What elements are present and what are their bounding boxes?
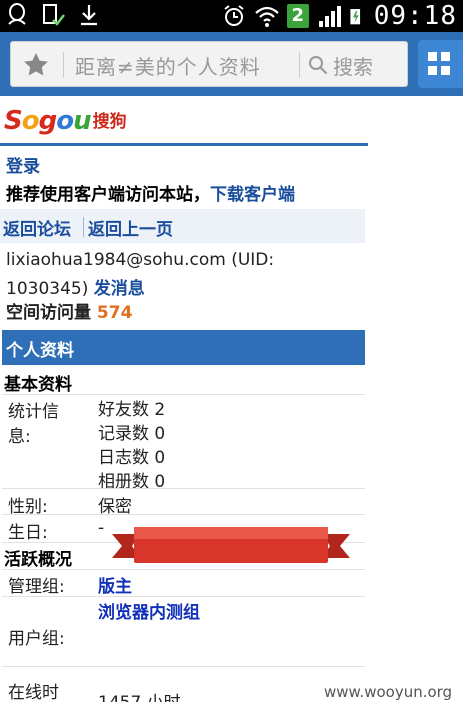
stat-value: 0 <box>154 448 166 468</box>
divider <box>299 52 300 78</box>
stat-value: 0 <box>154 424 166 444</box>
user-email: lixiaohua1984@sohu.com (UID: <box>6 250 275 270</box>
visits-value: 574 <box>96 303 133 323</box>
download-client-link[interactable]: 下载客户端 <box>210 185 295 205</box>
admin-value-link[interactable]: 版主 <box>98 572 132 597</box>
row-divider <box>2 488 365 489</box>
download-icon <box>81 5 97 26</box>
visits-label: 空间访问量 <box>6 303 91 323</box>
activity-heading: 活跃概况 <box>4 550 72 570</box>
usergroup-badge-label: 内测组 <box>202 634 260 656</box>
row-divider <box>2 394 365 395</box>
signal-icon <box>318 6 341 27</box>
address-bar[interactable]: 距离≠美的个人资料 搜索 <box>10 41 408 87</box>
battery-charging-icon <box>350 9 360 25</box>
sim-badge: 2 <box>286 4 309 28</box>
stat-blogs: 日志数 0 <box>98 443 165 468</box>
row-divider <box>2 596 365 597</box>
stats-label-line1: 统计信 <box>8 402 59 422</box>
stat-label: 好友数 <box>98 400 149 420</box>
browser-toolbar: 距离≠美的个人资料 搜索 <box>0 32 463 96</box>
login-link[interactable]: 登录 <box>6 157 40 177</box>
user-uid-row: 1030345) 发消息 <box>6 274 145 299</box>
usergroup-label: 用户组: <box>8 629 65 649</box>
watermark: www.wooyun.org <box>324 683 453 701</box>
row-divider <box>2 666 365 667</box>
online-label: 在线时 <box>8 683 59 702</box>
stat-value: 0 <box>154 472 166 492</box>
back-prev-link[interactable]: 返回上一页 <box>88 215 173 240</box>
nav-bar: 返回论坛 返回上一页 <box>0 209 365 243</box>
stats-label: 统计信 息: <box>8 397 59 447</box>
basic-info-heading: 基本资料 <box>4 375 72 395</box>
tabs-button[interactable] <box>418 40 463 88</box>
usergroup-link[interactable]: 浏览器内测组 <box>98 598 200 623</box>
online-value: 1457 小时 <box>98 688 181 702</box>
send-message-link[interactable]: 发消息 <box>94 279 145 299</box>
search-button[interactable]: 搜索 <box>333 51 373 80</box>
sogou-logo[interactable]: Sogou 搜狗 <box>4 100 127 136</box>
nav-divider <box>83 217 84 237</box>
row-divider <box>2 569 365 570</box>
login-row: 登录 <box>6 152 40 177</box>
divider <box>63 52 64 78</box>
header-divider <box>0 143 368 146</box>
admin-label: 管理组: <box>8 577 65 597</box>
usergroup-badge <box>112 527 350 563</box>
status-bar: 2 09:18 <box>0 0 463 32</box>
qq-icon <box>8 3 26 25</box>
search-icon[interactable] <box>307 54 329 76</box>
birthday-label: 生日: <box>8 523 48 543</box>
bookmark-star-icon[interactable] <box>21 50 51 80</box>
stats-label-line2: 息: <box>8 427 31 447</box>
stat-label: 相册数 <box>98 472 149 492</box>
back-to-forum-link[interactable]: 返回论坛 <box>3 215 71 240</box>
alarm-icon <box>224 5 244 26</box>
recommend-text: 推荐使用客户端访问本站， <box>6 185 210 205</box>
birthday-value: - <box>98 518 105 538</box>
logo-word: Sogou <box>4 106 92 136</box>
wifi-icon <box>254 6 279 27</box>
stat-value: 2 <box>154 400 166 420</box>
logo-cn: 搜狗 <box>92 112 127 132</box>
recommend-row: 推荐使用客户端访问本站，下载客户端 <box>6 180 295 205</box>
row-divider <box>2 514 365 515</box>
visits-row: 空间访问量 574 <box>6 298 132 323</box>
stat-label: 日志数 <box>98 448 149 468</box>
stat-records: 记录数 0 <box>98 419 165 444</box>
stat-label: 记录数 <box>98 424 149 444</box>
page-title[interactable]: 距离≠美的个人资料 <box>75 51 261 80</box>
profile-section-header: 个人资料 <box>2 330 365 365</box>
stat-friends: 好友数 2 <box>98 395 165 420</box>
notification-check-icon <box>43 4 65 26</box>
clock: 09:18 <box>373 1 457 31</box>
user-uid: 1030345) <box>6 279 89 299</box>
